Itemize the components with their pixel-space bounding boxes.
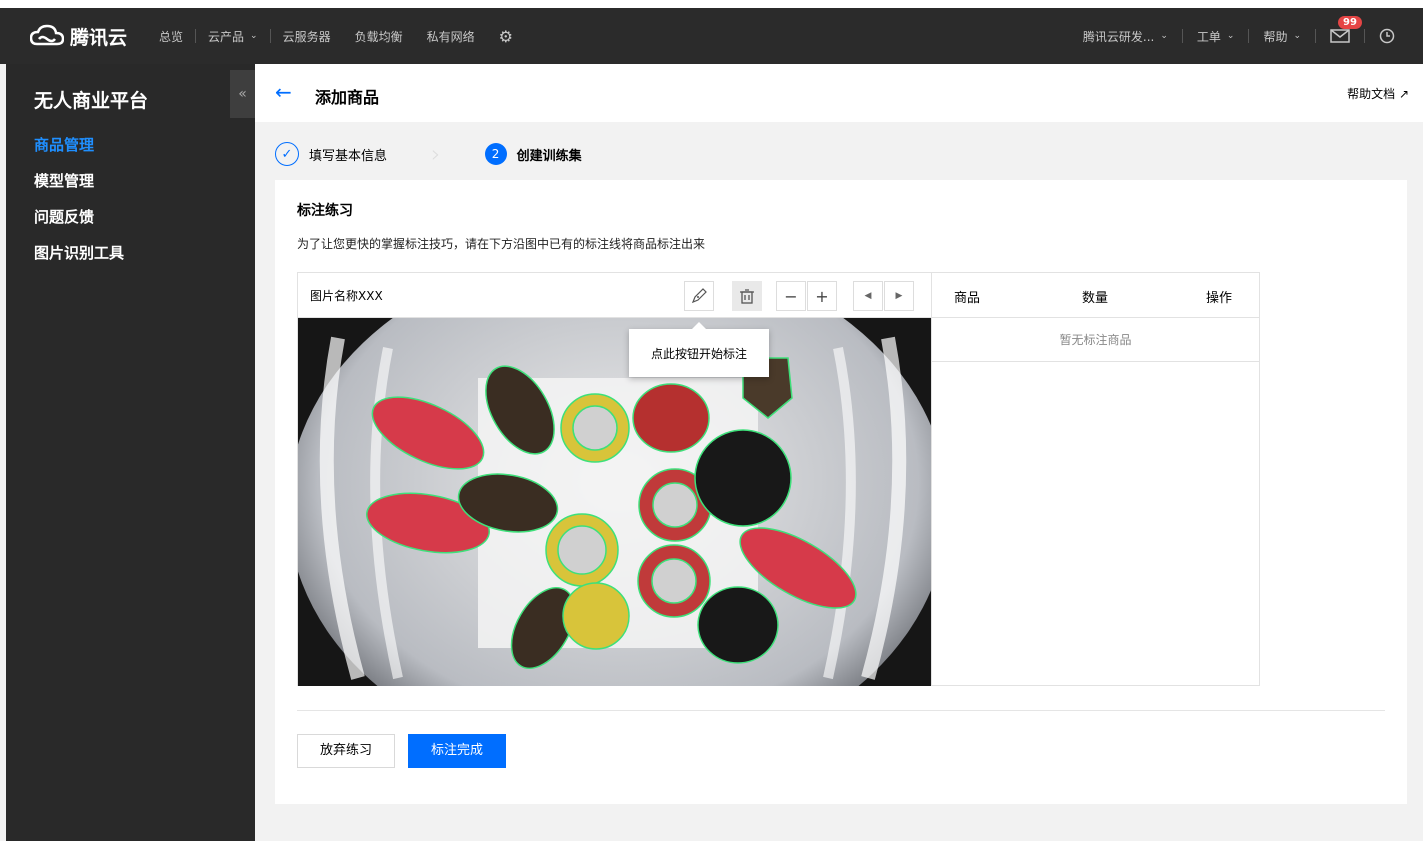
envelope-icon xyxy=(1330,29,1350,43)
chevron-down-icon: ⌄ xyxy=(1226,31,1235,41)
chevron-down-icon: ⌄ xyxy=(1293,31,1301,41)
footer-divider xyxy=(297,710,1385,711)
sidebar: 无人商业平台 « 商品管理 模型管理 问题反馈 图片识别工具 xyxy=(6,64,255,841)
abandon-practice-button[interactable]: 放弃练习 xyxy=(297,734,396,768)
column-header-actions: 操作 xyxy=(1206,291,1233,306)
top-navbar: 腾讯云 总览 云产品 ⌄ 云服务器 负载均衡 私有网络 ⚙ 腾讯云研发... ⌄ 工… xyxy=(0,0,1423,64)
chevron-down-icon: ⌄ xyxy=(1160,31,1168,41)
sidebar-item-feedback[interactable]: 问题反馈 xyxy=(34,206,94,227)
external-link-icon: ↗ xyxy=(1398,87,1409,101)
page-title: 添加商品 xyxy=(315,88,380,107)
zoom-out-button[interactable]: − xyxy=(776,281,806,311)
sidebar-item-image-recognition-tool[interactable]: 图片识别工具 xyxy=(34,242,124,263)
collapse-sidebar-button[interactable]: « xyxy=(230,70,255,118)
ticket-label: 工单 xyxy=(1196,29,1221,44)
nav-products[interactable]: 云产品 ⌄ xyxy=(196,28,270,45)
image-name: 图片名称XXX xyxy=(310,289,383,303)
account-label: 腾讯云研发... xyxy=(1082,29,1155,44)
brand-name: 腾讯云 xyxy=(70,26,128,49)
help-menu[interactable]: 帮助 ⌄ xyxy=(1249,28,1315,45)
section-description: 为了让您更快的掌握标注技巧，请在下方沿图中已有的标注线将商品标注出来 xyxy=(297,237,706,251)
mail-count-badge: 99 xyxy=(1338,16,1362,29)
back-arrow-icon[interactable]: ← xyxy=(275,80,292,104)
account-menu[interactable]: 腾讯云研发... ⌄ xyxy=(1069,28,1182,45)
fridge-photo xyxy=(298,318,931,686)
ticket-menu[interactable]: 工单 ⌄ xyxy=(1183,28,1249,45)
step-2-label: 创建训练集 xyxy=(516,148,582,164)
nav-products-label: 云产品 xyxy=(208,29,245,44)
step-chevron-icon: › xyxy=(431,140,441,168)
stepper: ✓ 填写基本信息 › 2 创建训练集 xyxy=(275,140,582,168)
annotation-image[interactable] xyxy=(298,318,931,686)
brand-logo[interactable]: 腾讯云 xyxy=(30,23,127,50)
trash-icon[interactable] xyxy=(732,281,762,311)
column-header-quantity: 数量 xyxy=(1082,291,1109,306)
editor-toolbar: 图片名称XXX − + ◀ ▶ xyxy=(298,273,931,318)
nav-clb[interactable]: 负载均衡 xyxy=(343,28,415,45)
annotation-table: 商品 数量 操作 暂无标注商品 xyxy=(931,273,1260,685)
step-2-number: 2 xyxy=(484,143,507,165)
sidebar-item-product-management[interactable]: 商品管理 xyxy=(34,134,94,155)
nav-vpc[interactable]: 私有网络 xyxy=(415,28,487,45)
step-1-label: 填写基本信息 xyxy=(309,148,388,164)
mail-icon[interactable]: 99 xyxy=(1316,16,1364,44)
section-title: 标注练习 xyxy=(297,203,353,219)
nav-overview[interactable]: 总览 xyxy=(147,28,195,45)
column-header-product: 商品 xyxy=(954,291,981,306)
annotation-done-button[interactable]: 标注完成 xyxy=(408,734,507,768)
help-label: 帮助 xyxy=(1263,29,1288,44)
cloud-icon xyxy=(30,24,64,46)
sidebar-item-model-management[interactable]: 模型管理 xyxy=(34,170,94,191)
table-header: 商品 数量 操作 xyxy=(932,273,1259,318)
check-icon: ✓ xyxy=(275,142,299,166)
pen-icon[interactable] xyxy=(684,281,714,311)
sidebar-title: 无人商业平台 xyxy=(34,90,149,112)
help-doc-label: 帮助文档 xyxy=(1347,87,1396,101)
nav-cvm[interactable]: 云服务器 xyxy=(271,28,343,45)
page-header: ← 添加商品 帮助文档 ↗ xyxy=(255,64,1423,122)
annotation-card: 标注练习 为了让您更快的掌握标注技巧，请在下方沿图中已有的标注线将商品标注出来 … xyxy=(275,180,1407,804)
help-doc-link[interactable]: 帮助文档 ↗ xyxy=(1347,85,1409,102)
next-image-button[interactable]: ▶ xyxy=(884,281,914,311)
zoom-in-button[interactable]: + xyxy=(807,281,837,311)
annotation-editor: 图片名称XXX − + ◀ ▶ 点此按钮开始标注 商品 数量 操作 暂无标注商品 xyxy=(297,272,1260,686)
tooltip-start-annotation: 点此按钮开始标注 xyxy=(629,322,769,377)
gear-icon[interactable]: ⚙ xyxy=(487,27,525,46)
chevron-down-icon: ⌄ xyxy=(250,31,258,41)
clock-icon[interactable] xyxy=(1365,28,1409,44)
prev-image-button[interactable]: ◀ xyxy=(853,281,883,311)
empty-state: 暂无标注商品 xyxy=(932,318,1259,362)
